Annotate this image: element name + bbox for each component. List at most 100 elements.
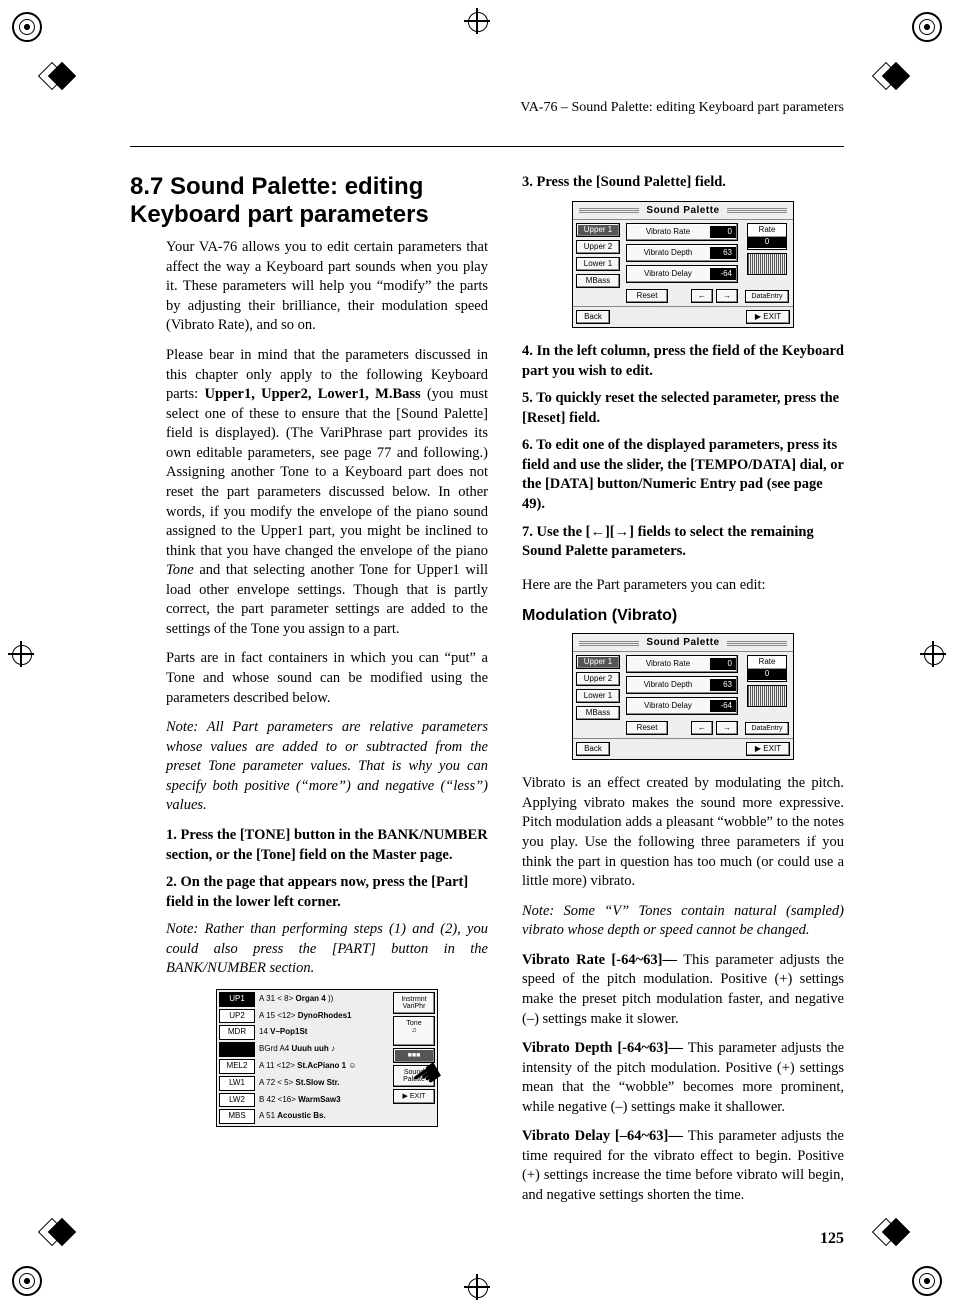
lcd-param-label: Vibrato Delay	[628, 270, 708, 278]
lcd-param-value: 63	[710, 679, 736, 691]
lcd-param-value: -64	[710, 700, 736, 712]
fold-mark-icon	[40, 1221, 80, 1243]
step-text: 2. On the page that appears now, press t…	[166, 874, 468, 910]
note-text: Note: Rather than performing steps (1) a…	[166, 920, 488, 979]
lcd-part-screenshot: UP1A 31 < 8> Organ 4 ))UP2A 15 <12> Dyno…	[216, 989, 438, 1127]
fold-mark-icon	[874, 1221, 914, 1243]
lcd-part-button: Upper 1	[576, 223, 620, 237]
lcd-rate-value: 0	[748, 668, 786, 680]
body-text: Your VA-76 allows you to edit certain pa…	[166, 238, 488, 336]
lcd-title: Sound Palette	[573, 634, 793, 653]
right-column: 3. Press the [Sound Palette] field. Soun…	[522, 173, 844, 1216]
lcd-part-tag: LW2	[219, 1093, 255, 1108]
param-vibrato-rate: Vibrato Rate [-64~63]— This parameter ad…	[522, 951, 844, 1029]
lcd-part-tag: MDR	[219, 1025, 255, 1040]
columns: 8.7 Sound Palette: editing Keyboard part…	[130, 173, 844, 1216]
step-text: 6. To edit one of the displayed paramete…	[522, 437, 844, 512]
lcd-part-tag: UP2	[219, 1009, 255, 1024]
lcd-slider-icon	[747, 253, 787, 275]
lcd-part-button: MBass	[576, 274, 620, 288]
lcd-param-value: 0	[710, 226, 736, 238]
lcd-part-text: A 51 Acoustic Bs.	[259, 1111, 435, 1122]
lcd-exit-button: ▶ EXIT	[746, 742, 790, 756]
left-arrow-icon: ←	[590, 524, 605, 540]
lcd-param-label: Vibrato Depth	[628, 681, 708, 689]
lcd-side-button: Tone ♫	[393, 1016, 435, 1046]
lcd-param-row: Vibrato Rate0	[626, 655, 738, 673]
page-number: 125	[820, 1230, 844, 1248]
param-name: Vibrato Rate [-64~63]—	[522, 952, 683, 968]
step-4: 4. In the left column, press the field o…	[522, 342, 844, 381]
lcd-param-label: Vibrato Rate	[628, 228, 708, 236]
content-area: VA-76 – Sound Palette: editing Keyboard …	[130, 100, 844, 1218]
lcd-rate-display: Rate0	[747, 223, 787, 250]
registration-mark-icon	[912, 12, 942, 42]
lcd-side-button: ■■■	[393, 1048, 435, 1063]
param-vibrato-depth: Vibrato Depth [-64~63]— This parameter a…	[522, 1039, 844, 1117]
lcd-param-row: Vibrato Delay-64	[626, 265, 738, 283]
lcd-part-button: Lower 1	[576, 257, 620, 271]
lcd-rate-caption: Rate	[748, 657, 786, 668]
lcd-title: Sound Palette	[573, 202, 793, 221]
italic-tone: Tone	[166, 562, 194, 578]
text: (you must select one of these to ensure …	[166, 386, 488, 559]
lcd-rate-caption: Rate	[748, 225, 786, 236]
registration-mark-icon	[912, 1266, 942, 1296]
lcd-part-button: Lower 1	[576, 689, 620, 703]
lcd-part-button: Upper 1	[576, 655, 620, 669]
divider	[130, 146, 844, 147]
text: ][	[605, 524, 615, 540]
step-1: 1. Press the [TONE] button in the BANK/N…	[166, 826, 488, 865]
body-text: Vibrato is an effect created by modulati…	[522, 774, 844, 891]
registration-mark-icon	[12, 12, 42, 42]
lcd-sound-palette-screenshot: Sound Palette Upper 1 Upper 2 Lower 1 MB…	[572, 201, 794, 329]
lcd-right-arrow-icon: →	[716, 289, 738, 303]
lcd-param-label: Vibrato Delay	[628, 702, 708, 710]
step-text: 4. In the left column, press the field o…	[522, 343, 844, 379]
step-6: 6. To edit one of the displayed paramete…	[522, 436, 844, 514]
step-text: 5. To quickly reset the selected paramet…	[522, 390, 839, 426]
crop-mark-icon	[464, 1274, 490, 1300]
crop-mark-icon	[8, 641, 34, 667]
step-3: 3. Press the [Sound Palette] field.	[522, 173, 844, 193]
subheading-modulation: Modulation (Vibrato)	[522, 605, 844, 627]
lcd-rate-display: Rate0	[747, 655, 787, 682]
param-vibrato-delay: Vibrato Delay [–64~63]— This parameter a…	[522, 1127, 844, 1205]
lcd-reset-button: Reset	[626, 289, 668, 303]
step-5: 5. To quickly reset the selected paramet…	[522, 389, 844, 428]
lcd-back-button: Back	[576, 742, 610, 756]
lcd-param-label: Vibrato Rate	[628, 660, 708, 668]
left-column: 8.7 Sound Palette: editing Keyboard part…	[130, 173, 488, 1216]
crop-mark-icon	[920, 641, 946, 667]
param-name: Vibrato Depth [-64~63]—	[522, 1040, 688, 1056]
note-text: Note: All Part parameters are relative p…	[166, 718, 488, 816]
lcd-part-button: Upper 2	[576, 240, 620, 254]
body-text: Parts are in fact containers in which yo…	[166, 649, 488, 708]
lcd-reset-button: Reset	[626, 721, 668, 735]
page: VA-76 – Sound Palette: editing Keyboard …	[0, 0, 954, 1308]
lcd-part-tag: UP1	[219, 992, 255, 1007]
text: 7. Use the [	[522, 524, 590, 540]
bold-parts: Upper1, Upper2, Lower1, M.Bass	[205, 386, 421, 402]
lcd-exit-button: ▶ EXIT	[393, 1089, 435, 1104]
fold-mark-icon	[874, 65, 914, 87]
lcd-param-label: Vibrato Depth	[628, 249, 708, 257]
lcd-param-row: Vibrato Depth63	[626, 676, 738, 694]
lcd-part-tag: MEL2	[219, 1059, 255, 1074]
lcd-dataentry-button: DataEntry	[745, 722, 789, 735]
crop-mark-icon	[464, 8, 490, 34]
lcd-part-tag: LW1	[219, 1076, 255, 1091]
lcd-exit-button: ▶ EXIT	[746, 310, 790, 324]
fold-mark-icon	[40, 65, 80, 87]
running-head: VA-76 – Sound Palette: editing Keyboard …	[130, 100, 844, 116]
lcd-param-row: Vibrato Rate0	[626, 223, 738, 241]
lcd-side-button: Sound Palette	[393, 1065, 435, 1087]
step-text: 3. Press the [Sound Palette] field.	[522, 174, 726, 190]
lcd-part-tag	[219, 1042, 255, 1057]
step-text: 1. Press the [TONE] button in the BANK/N…	[166, 827, 488, 863]
lcd-part-button: Upper 2	[576, 672, 620, 686]
right-arrow-icon: →	[615, 524, 630, 540]
body-text: Here are the Part parameters you can edi…	[522, 576, 844, 596]
lcd-left-arrow-icon: ←	[691, 289, 713, 303]
step-2: 2. On the page that appears now, press t…	[166, 873, 488, 912]
